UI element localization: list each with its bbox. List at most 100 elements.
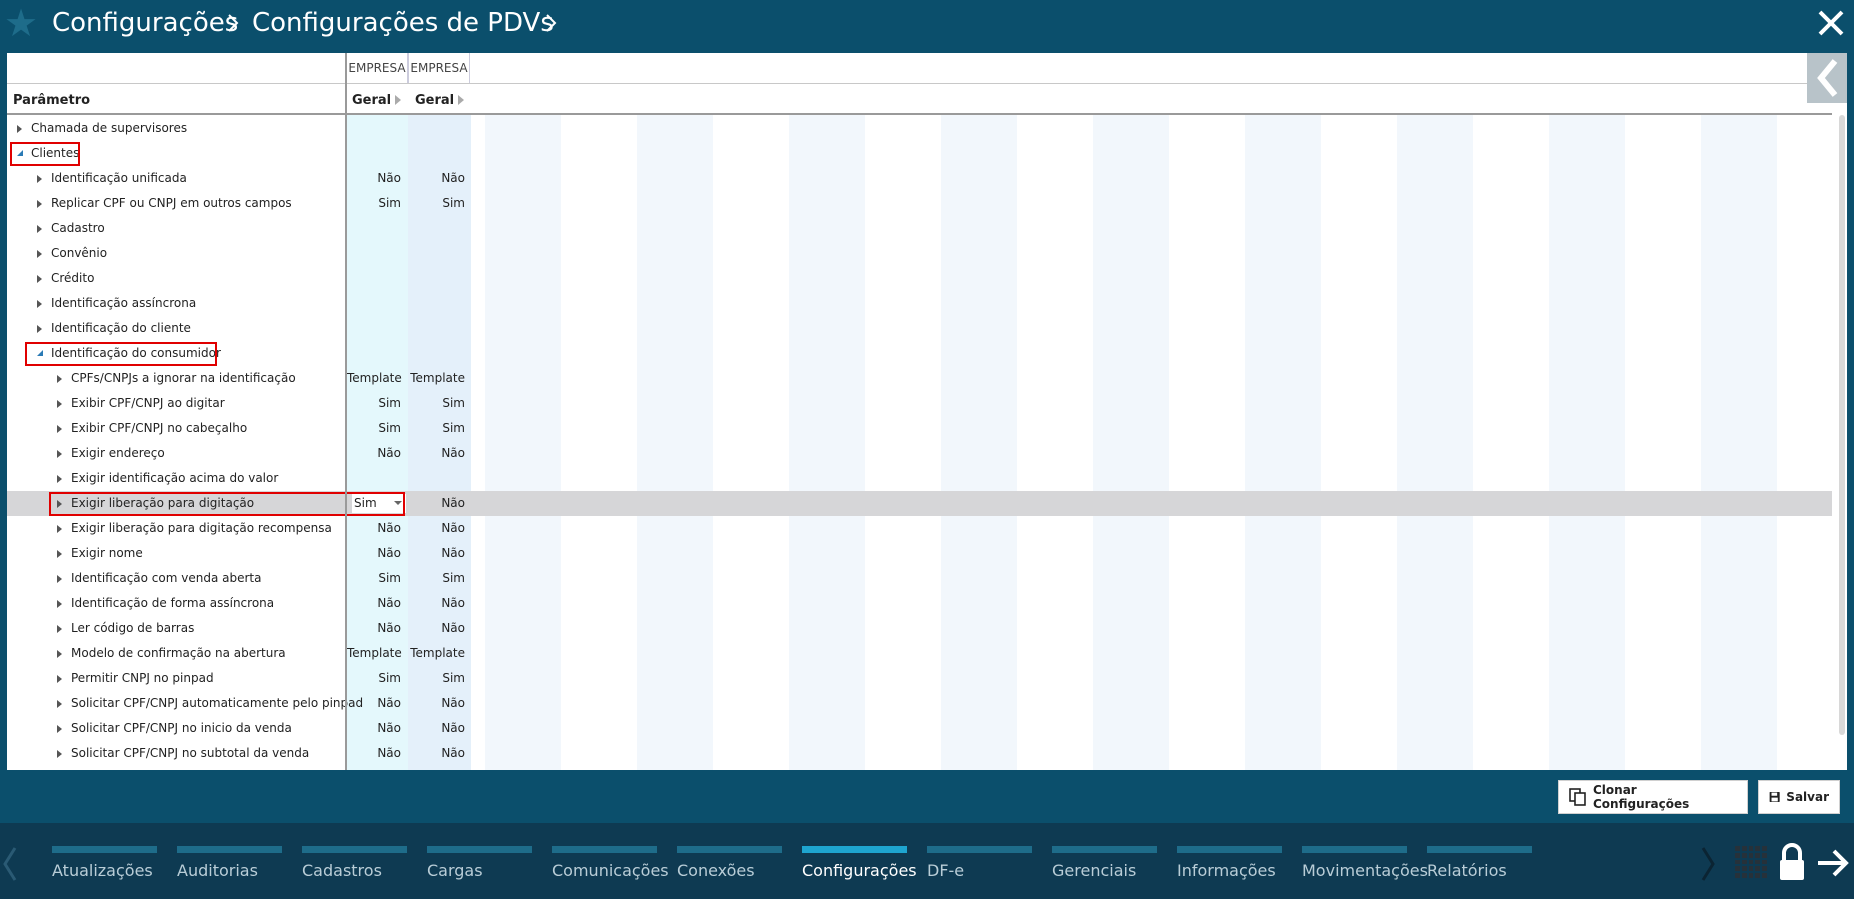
column-header-geral-1[interactable]: Geral (352, 84, 391, 112)
value-cell-col1[interactable]: Não (347, 546, 407, 560)
tree-row[interactable]: Chamada de supervisores (7, 116, 1832, 141)
expand-triangle-icon[interactable] (57, 750, 62, 758)
tree-row[interactable]: Identificação unificada Não Não (7, 166, 1832, 191)
value-cell-col1[interactable]: Não (347, 171, 407, 185)
expand-triangle-icon[interactable] (57, 725, 62, 733)
apps-grid-icon[interactable] (1735, 846, 1767, 878)
expand-triangle-icon[interactable] (57, 625, 62, 633)
tree-row[interactable]: Convênio (7, 241, 1832, 266)
value-cell-col1[interactable]: Sim (347, 196, 407, 210)
tree-row[interactable]: Exibir CPF/CNPJ no cabeçalho Sim Sim (7, 416, 1832, 441)
value-cell-col2[interactable]: Sim (408, 571, 471, 585)
expand-triangle-icon[interactable] (37, 300, 42, 308)
tree-row[interactable]: Identificação de forma assíncrona Não Não (7, 591, 1832, 616)
tree-row[interactable]: Cadastro (7, 216, 1832, 241)
close-icon[interactable] (1816, 6, 1846, 40)
logout-arrow-icon[interactable] (1816, 848, 1850, 878)
nav-tab[interactable]: Conexões (677, 846, 782, 880)
tree-row[interactable]: Clientes (7, 141, 1832, 166)
column-header-geral-2[interactable]: Geral (415, 84, 454, 112)
value-cell-col1[interactable]: Não (347, 596, 407, 610)
value-cell-col1[interactable]: Sim (347, 396, 407, 410)
expand-triangle-icon[interactable] (17, 125, 22, 133)
value-cell-col1[interactable]: Sim (347, 571, 407, 585)
value-cell-col2[interactable]: Não (408, 496, 471, 510)
expand-triangle-icon[interactable] (57, 375, 62, 383)
value-cell-col2[interactable]: Não (408, 521, 471, 535)
tree-row[interactable]: Exigir identificação acima do valor (7, 466, 1832, 491)
nav-tab[interactable]: Relatórios (1427, 846, 1532, 880)
tree-row[interactable]: Identificação com venda aberta Sim Sim (7, 566, 1832, 591)
tree-row[interactable]: CPFs/CNPJs a ignorar na identificação Tem… (7, 366, 1832, 391)
value-cell-col2[interactable]: Template (408, 371, 471, 385)
value-cell-col1[interactable]: Não (347, 746, 407, 760)
value-cell-col2[interactable]: Não (408, 696, 471, 710)
lock-icon[interactable] (1776, 842, 1808, 882)
tree-row[interactable]: Identificação do consumidor (7, 341, 1832, 366)
nav-tab[interactable]: Comunicações (552, 846, 669, 880)
expand-triangle-icon[interactable] (37, 225, 42, 233)
clone-configurations-button[interactable]: Clonar Configurações (1558, 780, 1748, 814)
nav-tab[interactable]: Configurações (802, 846, 917, 880)
expand-triangle-icon[interactable] (37, 175, 42, 183)
vertical-scrollbar[interactable] (1839, 115, 1845, 735)
tree-row[interactable]: Replicar CPF ou CNPJ em outros campos Sim… (7, 191, 1832, 216)
tree-row[interactable]: Modelo de confirmação na abertura Templat… (7, 641, 1832, 666)
value-cell-col1[interactable]: Template (347, 371, 407, 385)
expand-triangle-icon[interactable] (57, 425, 62, 433)
expand-triangle-icon[interactable] (57, 475, 62, 483)
expand-triangle-icon[interactable] (57, 600, 62, 608)
value-cell-col1[interactable]: Sim (347, 671, 407, 685)
nav-tab[interactable]: Cargas (427, 846, 532, 880)
value-cell-col2[interactable]: Sim (408, 421, 471, 435)
value-cell-col1[interactable]: Não (347, 696, 407, 710)
value-cell-col2[interactable]: Não (408, 596, 471, 610)
value-cell-col2[interactable]: Não (408, 546, 471, 560)
expand-triangle-icon[interactable] (57, 675, 62, 683)
value-cell-col2[interactable]: Template (408, 646, 471, 660)
value-cell-col1[interactable]: Não (347, 621, 407, 635)
value-cell-col2[interactable]: Sim (408, 671, 471, 685)
nav-tab[interactable]: Gerenciais (1052, 846, 1157, 880)
value-cell-col2[interactable]: Não (408, 746, 471, 760)
expand-triangle-icon[interactable] (57, 450, 62, 458)
nav-tab[interactable]: Movimentações (1302, 846, 1428, 880)
value-cell-col1[interactable]: Sim (347, 421, 407, 435)
value-cell-col2[interactable]: Não (408, 171, 471, 185)
expand-triangle-icon[interactable] (37, 275, 42, 283)
tree-row[interactable]: Solicitar CPF/CNPJ no inicio da venda Não… (7, 716, 1832, 741)
value-cell-col1[interactable]: Não (347, 446, 407, 460)
expand-column-icon[interactable] (395, 95, 401, 105)
expand-triangle-icon[interactable] (57, 525, 62, 533)
expand-triangle-icon[interactable] (37, 325, 42, 333)
value-cell-col1[interactable]: Template (347, 646, 407, 660)
tree-row[interactable]: Exigir endereço Não Não (7, 441, 1832, 466)
side-panel-toggle[interactable] (1807, 53, 1847, 103)
tree-row[interactable]: Permitir CNPJ no pinpad Sim Sim (7, 666, 1832, 691)
tree-row[interactable]: Exibir CPF/CNPJ ao digitar Sim Sim (7, 391, 1832, 416)
nav-tab[interactable]: Cadastros (302, 846, 407, 880)
expand-triangle-icon[interactable] (57, 650, 62, 658)
save-button[interactable]: Salvar (1758, 780, 1840, 814)
nav-tab[interactable]: Auditorias (177, 846, 282, 880)
value-cell-col2[interactable]: Não (408, 446, 471, 460)
value-cell-col2[interactable]: Sim (408, 396, 471, 410)
nav-tab[interactable]: Informações (1177, 846, 1282, 880)
value-cell-col2[interactable]: Não (408, 621, 471, 635)
favorite-star-icon[interactable]: ★ (4, 4, 38, 42)
tree-row[interactable]: Identificação assíncrona (7, 291, 1832, 316)
expand-triangle-icon[interactable] (37, 200, 42, 208)
tree-row[interactable]: Exigir liberação para digitação recompen… (7, 516, 1832, 541)
tree-row[interactable]: Solicitar CPF/CNPJ no subtotal da venda N… (7, 741, 1832, 766)
tree-row[interactable]: Exigir nome Não Não (7, 541, 1832, 566)
breadcrumb-configuracoes[interactable]: Configurações (52, 6, 238, 40)
value-cell-col1[interactable]: Não (347, 521, 407, 535)
expand-triangle-icon[interactable] (37, 250, 42, 258)
expand-triangle-icon[interactable] (57, 550, 62, 558)
expand-triangle-icon[interactable] (57, 575, 62, 583)
expand-column-icon[interactable] (458, 95, 464, 105)
tree-row[interactable]: Crédito (7, 266, 1832, 291)
expand-triangle-icon[interactable] (57, 700, 62, 708)
tree-row[interactable]: Ler código de barras Não Não (7, 616, 1832, 641)
nav-scroll-left-icon[interactable] (2, 846, 18, 882)
